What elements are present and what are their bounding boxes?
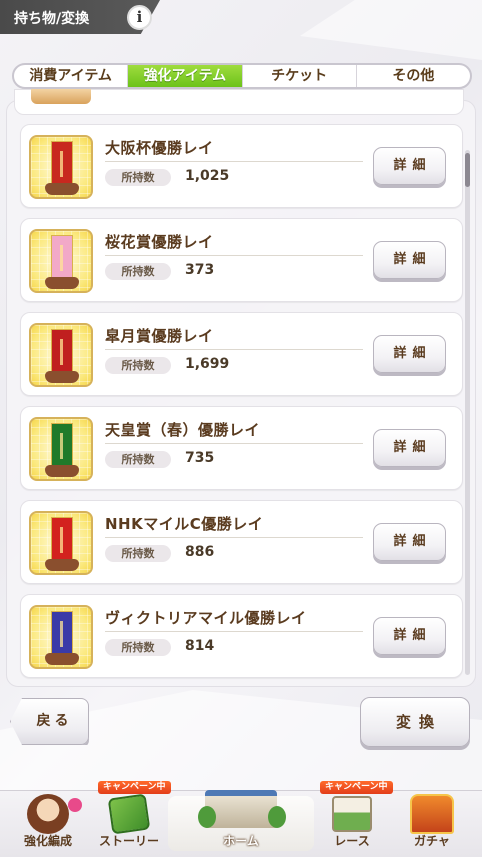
tree-icon [198,806,216,828]
quantity-label: 所持数 [105,451,171,468]
tab-other[interactable]: その他 [357,65,470,87]
quantity-value: 886 [185,544,215,560]
gacha-gate-icon [410,794,454,834]
quantity-value: 735 [185,450,215,466]
quantity-label: 所持数 [105,169,171,186]
quantity-label: 所持数 [105,639,171,656]
list-item: 皐月賞優勝レイ 所持数 1,699 詳細 [20,312,463,396]
nav-label-story: ストーリー [98,834,159,848]
background-shard [300,0,482,60]
lei-icon [45,611,79,665]
lei-icon [45,141,79,195]
scrollbar-thumb[interactable] [465,153,470,187]
lei-icon [45,235,79,289]
item-thumbnail [29,417,93,481]
quantity-value: 1,025 [185,168,230,184]
detail-button[interactable]: 詳細 [373,147,446,185]
info-button[interactable]: i [127,5,152,30]
item-name: 大阪杯優勝レイ [105,139,214,157]
detail-button[interactable]: 詳細 [373,523,446,561]
item-name: ヴィクトリアマイル優勝レイ [105,609,307,627]
back-button[interactable]: 戻る [10,698,89,745]
quantity-label: 所持数 [105,357,171,374]
item-thumbnail [29,511,93,575]
detail-button[interactable]: 詳細 [373,429,446,467]
category-tabs: 消費アイテム 強化アイテム チケット その他 [12,63,472,89]
item-thumbnail [29,229,93,293]
item-name: 天皇賞（春）優勝レイ [105,421,261,439]
quantity-value: 814 [185,638,215,654]
scrollbar-track[interactable] [465,150,470,675]
nav-label-enhance-team: 強化編成 [23,834,72,848]
quantity-label: 所持数 [105,545,171,562]
nav-label-home: ホーム [223,834,259,848]
tab-enhancement[interactable]: 強化アイテム [128,65,243,87]
item-name: 桜花賞優勝レイ [105,233,214,251]
screen-title: 持ち物/変換 [14,11,90,27]
item-thumbnail-partial [31,89,91,104]
divider [105,443,363,444]
lei-icon [45,423,79,477]
lei-icon [45,329,79,383]
nav-race[interactable]: レース [316,790,388,857]
story-book-icon [107,793,151,835]
nav-enhance-team[interactable]: 強化編成 [8,790,88,857]
divider [105,161,363,162]
item-name: 皐月賞優勝レイ [105,327,214,345]
item-thumbnail [29,323,93,387]
divider [105,537,363,538]
tree-icon [268,806,286,828]
tab-ticket[interactable]: チケット [243,65,357,87]
nav-label-race: レース [334,834,370,848]
detail-button[interactable]: 詳細 [373,617,446,655]
nav-home[interactable]: ホーム [168,790,314,857]
school-building-icon [205,790,277,828]
item-thumbnail [29,135,93,199]
nav-label-gacha: ガチャ [414,834,450,848]
quantity-label: 所持数 [105,263,171,280]
item-name: NHKマイルC優勝レイ [105,515,264,533]
quantity-value: 373 [185,262,215,278]
item-thumbnail [29,605,93,669]
divider [105,349,363,350]
nav-story[interactable]: ストーリー [90,790,168,857]
notification-dot [68,798,82,812]
detail-button[interactable]: 詳細 [373,335,446,373]
divider [105,255,363,256]
lei-icon [45,517,79,571]
detail-button[interactable]: 詳細 [373,241,446,279]
list-item: 天皇賞（春）優勝レイ 所持数 735 詳細 [20,406,463,490]
horse-girl-icon [27,794,69,834]
list-item: 大阪杯優勝レイ 所持数 1,025 詳細 [20,124,463,208]
divider [105,631,363,632]
quantity-value: 1,699 [185,356,230,372]
tab-consumable[interactable]: 消費アイテム [14,65,129,87]
list-item: ヴィクトリアマイル優勝レイ 所持数 814 詳細 [20,594,463,678]
list-item: 桜花賞優勝レイ 所持数 373 詳細 [20,218,463,302]
list-item: NHKマイルC優勝レイ 所持数 886 詳細 [20,500,463,584]
nav-gacha[interactable]: ガチャ [392,790,472,857]
racetrack-icon [332,796,372,832]
convert-button[interactable]: 変換 [360,697,470,747]
